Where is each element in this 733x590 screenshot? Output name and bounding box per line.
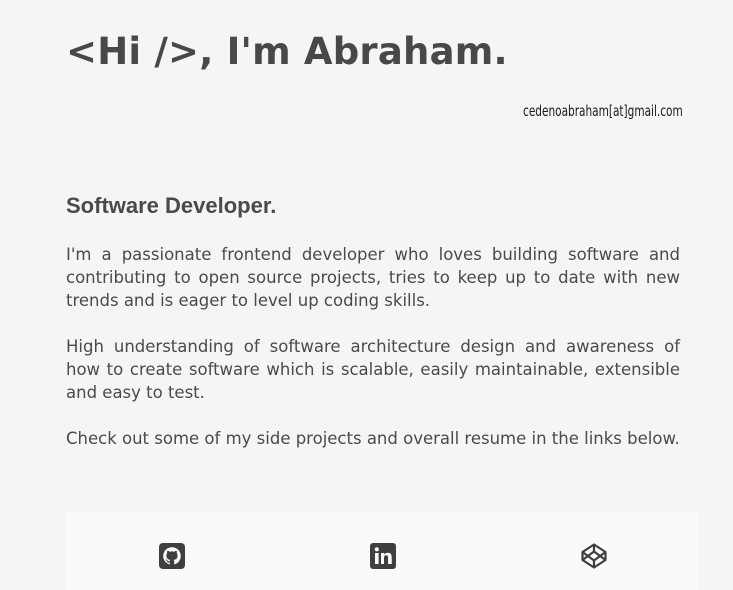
page: <Hi />, I'm Abraham. cedenoabraham[at]gm… (0, 0, 733, 590)
github-link[interactable] (158, 542, 186, 570)
github-icon (159, 543, 185, 569)
bio-section: I'm a passionate frontend developer who … (66, 243, 680, 473)
linkedin-link[interactable] (369, 542, 397, 570)
codepen-icon (581, 543, 607, 569)
bio-paragraph: High understanding of software architect… (66, 337, 680, 402)
bio-paragraph: I'm a passionate frontend developer who … (66, 245, 680, 310)
linkedin-icon (370, 543, 396, 569)
page-title: <Hi />, I'm Abraham. (66, 30, 508, 73)
role-heading: Software Developer. (66, 193, 277, 218)
bio-paragraph: Check out some of my side projects and o… (66, 429, 680, 448)
social-links-bar (66, 512, 699, 590)
email-link[interactable]: cedenoabraham[at]gmail.com (523, 100, 683, 122)
codepen-link[interactable] (580, 542, 608, 570)
